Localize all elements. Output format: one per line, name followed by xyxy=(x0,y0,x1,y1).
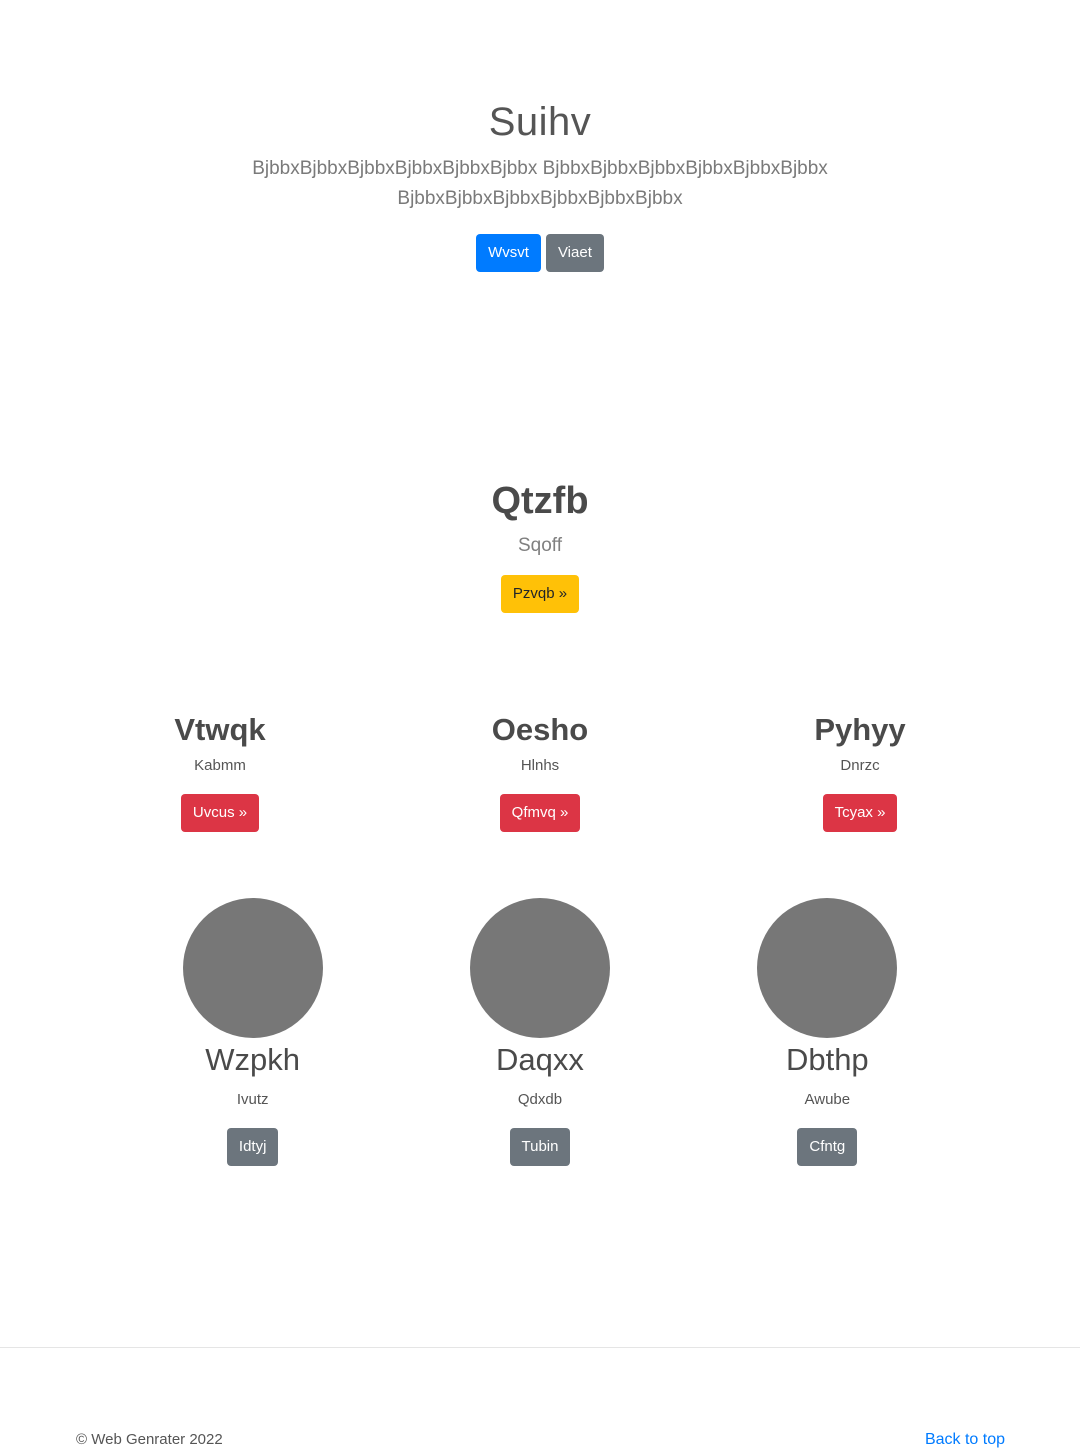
column-title: Vtwqk xyxy=(174,712,266,747)
person-button[interactable]: Tubin xyxy=(509,1128,571,1166)
avatar xyxy=(182,898,323,1038)
hero-primary-button[interactable]: Wvsvt xyxy=(476,234,541,272)
feature-section: Qtzfb Sqoff Pzvqb » xyxy=(0,478,1080,613)
footer-copyright: © Web Genrater 2022 xyxy=(76,1431,223,1448)
person-subtitle: Ivutz xyxy=(236,1091,269,1108)
footer-divider xyxy=(0,1347,1080,1348)
hero-lead-text: BjbbxBjbbxBjbbxBjbbxBjbbxBjbbx BjbbxBjbb… xyxy=(252,158,828,209)
person-subtitle: Awube xyxy=(804,1091,851,1108)
column-actions: Tcyax » xyxy=(700,794,1020,832)
hero-actions: Wvsvt Viaet xyxy=(0,234,1080,272)
hero-section: Suihv BjbbxBjbbxBjbbxBjbbxBjbbxBjbbx Bjb… xyxy=(0,98,1080,272)
person-button[interactable]: Idtyj xyxy=(226,1128,279,1166)
hero-secondary-button[interactable]: Viaet xyxy=(545,234,604,272)
person-actions: Tubin xyxy=(396,1128,683,1166)
hero-title: Suihv xyxy=(488,100,592,144)
avatar xyxy=(757,898,898,1038)
person-card: Dbthp Awube Cfntg xyxy=(684,898,971,1166)
column-title: Pyhyy xyxy=(814,712,906,747)
column-button[interactable]: Tcyax » xyxy=(822,794,898,832)
column-card: Oesho Hlnhs Qfmvq » xyxy=(380,710,700,832)
column-title: Oesho xyxy=(491,712,589,747)
person-actions: Cfntg xyxy=(684,1128,971,1166)
person-button[interactable]: Cfntg xyxy=(797,1128,858,1166)
column-subtitle: Kabmm xyxy=(194,757,246,774)
feature-title: Qtzfb xyxy=(491,480,589,522)
back-to-top-link[interactable]: Back to top xyxy=(925,1430,1005,1450)
feature-actions: Pzvqb » xyxy=(0,575,1080,613)
person-card: Daqxx Qdxdb Tubin xyxy=(396,898,683,1166)
person-subtitle: Qdxdb xyxy=(517,1091,563,1108)
feature-subtitle: Sqoff xyxy=(517,535,563,556)
feature-button[interactable]: Pzvqb » xyxy=(500,575,580,613)
avatar xyxy=(469,898,610,1038)
column-actions: Qfmvq » xyxy=(380,794,700,832)
column-button[interactable]: Uvcus » xyxy=(180,794,260,832)
column-subtitle: Hlnhs xyxy=(520,757,560,774)
column-card: Pyhyy Dnrzc Tcyax » xyxy=(700,710,1020,832)
column-card: Vtwqk Kabmm Uvcus » xyxy=(60,710,380,832)
person-actions: Idtyj xyxy=(109,1128,396,1166)
columns-section: Vtwqk Kabmm Uvcus » Oesho Hlnhs Qfmvq » … xyxy=(60,710,1020,832)
column-button[interactable]: Qfmvq » xyxy=(499,794,581,832)
person-name: Dbthp xyxy=(785,1042,869,1077)
person-name: Daqxx xyxy=(496,1042,584,1077)
person-name: Wzpkh xyxy=(205,1042,301,1077)
column-actions: Uvcus » xyxy=(60,794,380,832)
people-section: Wzpkh Ivutz Idtyj Daqxx Qdxdb Tubin Dbth… xyxy=(109,898,971,1166)
column-subtitle: Dnrzc xyxy=(840,757,880,774)
person-card: Wzpkh Ivutz Idtyj xyxy=(109,898,396,1166)
